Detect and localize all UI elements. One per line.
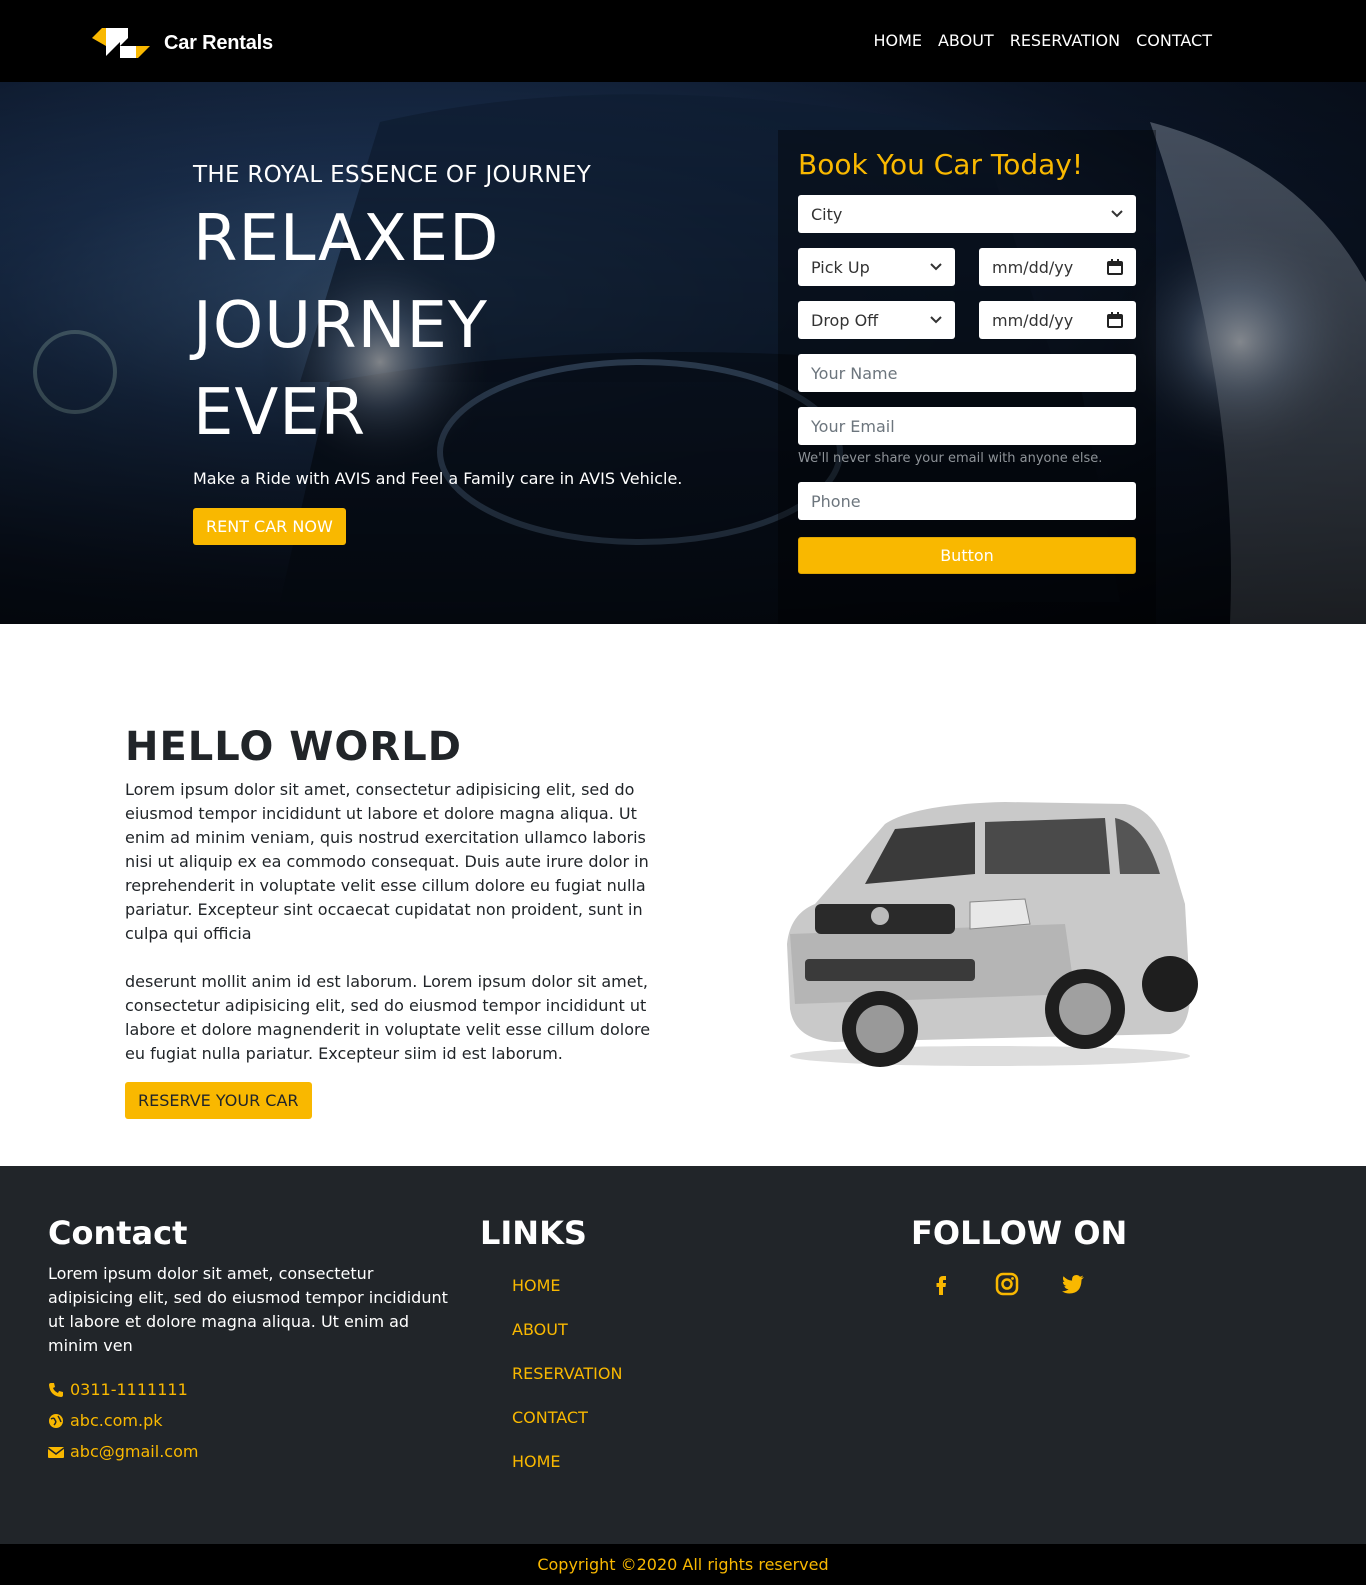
nav-contact[interactable]: CONTACT	[1136, 31, 1212, 50]
hero-text: THE ROYAL ESSENCE OF JOURNEY RELAXED JOU…	[193, 162, 733, 545]
footer-link-home[interactable]: HOME	[512, 1264, 622, 1308]
envelope-icon	[48, 1446, 64, 1458]
chevron-down-icon	[930, 316, 942, 324]
footer-contact: Contact Lorem ipsum dolor sit amet, cons…	[48, 1214, 458, 1461]
about-paragraph: Lorem ipsum dolor sit amet, consectetur …	[125, 780, 649, 943]
pickup-select[interactable]: Pick Up	[798, 248, 955, 286]
copyright-bar: Copyright ©2020 All rights reserved	[0, 1544, 1366, 1585]
suv-car-image	[787, 802, 1198, 1067]
main-nav: HOME ABOUT RESERVATION CONTACT	[873, 31, 1212, 50]
follow-title: FOLLOW ON	[911, 1214, 1128, 1252]
about-paragraph: deserunt mollit anim id est laborum. Lor…	[125, 972, 651, 1063]
city-select[interactable]: City	[798, 195, 1136, 233]
footer-link-contact[interactable]: CONTACT	[512, 1396, 622, 1440]
contact-phone[interactable]: 0311-1111111	[48, 1380, 458, 1399]
about-text: HELLO WORLD Lorem ipsum dolor sit amet, …	[125, 724, 655, 1119]
hero-title-line: RELAXED	[193, 202, 500, 276]
hero-description: Make a Ride with AVIS and Feel a Family …	[193, 469, 683, 488]
nav-reservation[interactable]: RESERVATION	[1010, 31, 1120, 50]
city-select-value: City	[811, 204, 843, 224]
rent-car-button[interactable]: RENT CAR NOW	[193, 508, 346, 545]
hero-section: THE ROYAL ESSENCE OF JOURNEY RELAXED JOU…	[0, 82, 1366, 624]
pickup-date-value: mm/dd/yy	[992, 257, 1074, 277]
brand-name: Car Rentals	[164, 31, 273, 54]
links-title: LINKS	[480, 1214, 587, 1252]
social-links	[911, 1272, 1127, 1296]
hero-subtitle: THE ROYAL ESSENCE OF JOURNEY	[193, 162, 592, 188]
contact-email[interactable]: abc@gmail.com	[48, 1442, 458, 1461]
pickup-select-value: Pick Up	[811, 257, 870, 277]
contact-title: Contact	[48, 1214, 188, 1252]
contact-text: Lorem ipsum dolor sit amet, consectetur …	[48, 1264, 448, 1355]
phone-number: 0311-1111111	[70, 1380, 188, 1399]
email-hint: We'll never share your email with anyone…	[798, 451, 1103, 466]
email-input[interactable]: Your Email	[798, 407, 1136, 445]
about-title: HELLO WORLD	[125, 724, 462, 770]
website-link: abc.com.pk	[70, 1411, 163, 1430]
dropoff-date-input[interactable]: mm/dd/yy	[979, 301, 1136, 339]
about-section: HELLO WORLD Lorem ipsum dolor sit amet, …	[0, 624, 1366, 1166]
hero-title-line: JOURNEY	[193, 289, 488, 363]
facebook-icon[interactable]	[929, 1272, 953, 1296]
submit-button[interactable]: Button	[798, 537, 1136, 574]
chevron-down-icon	[1111, 210, 1123, 218]
email-address: abc@gmail.com	[70, 1442, 199, 1461]
calendar-icon[interactable]	[1107, 259, 1123, 275]
name-input[interactable]: Your Name	[798, 354, 1136, 392]
pickup-date-input[interactable]: mm/dd/yy	[979, 248, 1136, 286]
footer-links: LINKS HOME ABOUT RESERVATION CONTACT HOM…	[480, 1214, 622, 1484]
globe-icon	[49, 1413, 63, 1428]
phone-input[interactable]: Phone	[798, 482, 1136, 520]
hero-title-line: EVER	[193, 376, 367, 450]
footer-link-home[interactable]: HOME	[512, 1440, 622, 1484]
footer: Contact Lorem ipsum dolor sit amet, cons…	[0, 1166, 1366, 1544]
calendar-icon[interactable]	[1107, 312, 1123, 328]
reserve-car-button[interactable]: RESERVE YOUR CAR	[125, 1082, 312, 1119]
footer-link-reservation[interactable]: RESERVATION	[512, 1352, 622, 1396]
nav-about[interactable]: ABOUT	[938, 31, 994, 50]
footer-follow: FOLLOW ON	[911, 1214, 1127, 1296]
chevron-down-icon	[930, 263, 942, 271]
contact-website[interactable]: abc.com.pk	[48, 1411, 458, 1430]
logo-icon	[92, 28, 150, 58]
dropoff-select[interactable]: Drop Off	[798, 301, 955, 339]
nav-home[interactable]: HOME	[873, 31, 922, 50]
dropoff-select-value: Drop Off	[811, 310, 879, 330]
navbar: Car Rentals HOME ABOUT RESERVATION CONTA…	[0, 0, 1366, 82]
phone-icon	[49, 1382, 63, 1397]
brand[interactable]: Car Rentals	[92, 28, 273, 58]
instagram-icon[interactable]	[995, 1272, 1019, 1296]
booking-title: Book You Car Today!	[798, 148, 1084, 181]
dropoff-date-value: mm/dd/yy	[992, 310, 1074, 330]
booking-form: Book You Car Today! City Pick Up mm/dd/y…	[778, 130, 1156, 624]
twitter-icon[interactable]	[1061, 1272, 1085, 1296]
hero-title: RELAXED JOURNEY EVER	[193, 196, 733, 457]
footer-link-list: HOME ABOUT RESERVATION CONTACT HOME	[480, 1264, 622, 1484]
footer-link-about[interactable]: ABOUT	[512, 1308, 622, 1352]
